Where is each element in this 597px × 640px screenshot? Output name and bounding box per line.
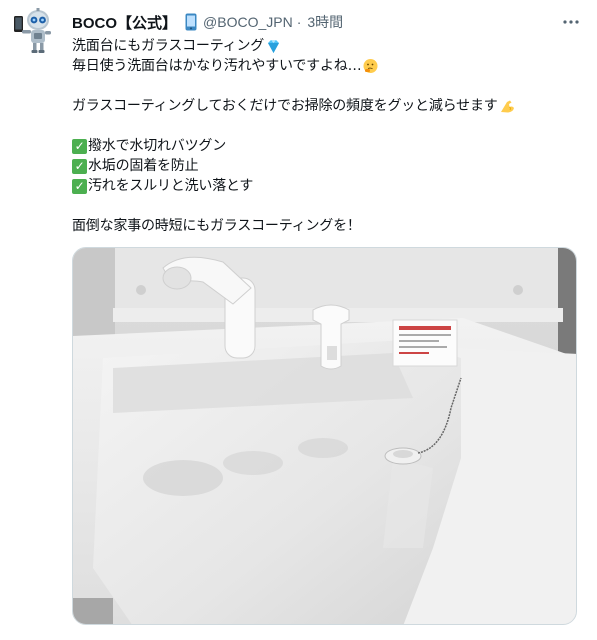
- tweet-line-text: 毎日使う洗面台はかなり汚れやすいですよね…: [72, 58, 362, 74]
- tweet-text: 洗面台にもガラスコーティング 毎日使う洗面台はかなり汚れやすいですよね… ガラス…: [72, 36, 587, 236]
- robot-avatar-icon: [14, 8, 51, 53]
- washbasin-photo: [73, 248, 576, 624]
- tweet-photo[interactable]: [72, 247, 577, 625]
- timestamp[interactable]: 3時間: [307, 12, 343, 32]
- tweet-header: BOCO【公式】 @BOCO_JPN · 3時間: [72, 12, 343, 32]
- tweet-line: 洗面台にもガラスコーティング: [72, 36, 587, 56]
- tweet-card[interactable]: BOCO【公式】 @BOCO_JPN · 3時間 洗面台にもガラスコーティング: [0, 0, 597, 640]
- more-button[interactable]: [559, 10, 583, 34]
- separator-dot: ·: [296, 14, 302, 30]
- white-check-mark-icon: ✓: [72, 178, 87, 194]
- checklist-item-text: 水垢の固着を防止: [88, 158, 199, 174]
- tweet-line-text: 面倒な家事の時短にもガラスコーティングを！: [72, 218, 361, 234]
- tweet-line-text: ガラスコーティングしておくだけでお掃除の頻度をグッと減らせます: [72, 98, 498, 114]
- checklist-item: ✓ 水垢の固着を防止: [72, 156, 587, 176]
- white-check-mark-icon: ✓: [72, 158, 87, 174]
- checklist-item: ✓ 汚れをスルリと洗い落とす: [72, 176, 587, 196]
- checklist-item-text: 撥水で水切れバツグン: [88, 138, 226, 154]
- mobile-phone-icon: [185, 13, 197, 31]
- thinking-face-icon: [362, 58, 379, 75]
- checklist-item: ✓ 撥水で水切れバツグン: [72, 136, 587, 156]
- tweet-line-text: 洗面台にもガラスコーティング: [72, 38, 265, 54]
- user-handle[interactable]: @BOCO_JPN: [203, 14, 293, 30]
- white-check-mark-icon: ✓: [72, 138, 87, 154]
- tweet-line: ガラスコーティングしておくだけでお掃除の頻度をグッと減らせます: [72, 96, 587, 116]
- tweet-line: 面倒な家事の時短にもガラスコーティングを！: [72, 216, 587, 236]
- gem-icon: [265, 38, 282, 55]
- display-name[interactable]: BOCO【公式】: [72, 12, 177, 33]
- tweet-line: 毎日使う洗面台はかなり汚れやすいですよね…: [72, 56, 587, 76]
- more-horizontal-icon: [563, 20, 579, 24]
- flexed-biceps-icon: [499, 98, 516, 115]
- avatar[interactable]: [10, 6, 58, 54]
- checklist-item-text: 汚れをスルリと洗い落とす: [88, 178, 254, 194]
